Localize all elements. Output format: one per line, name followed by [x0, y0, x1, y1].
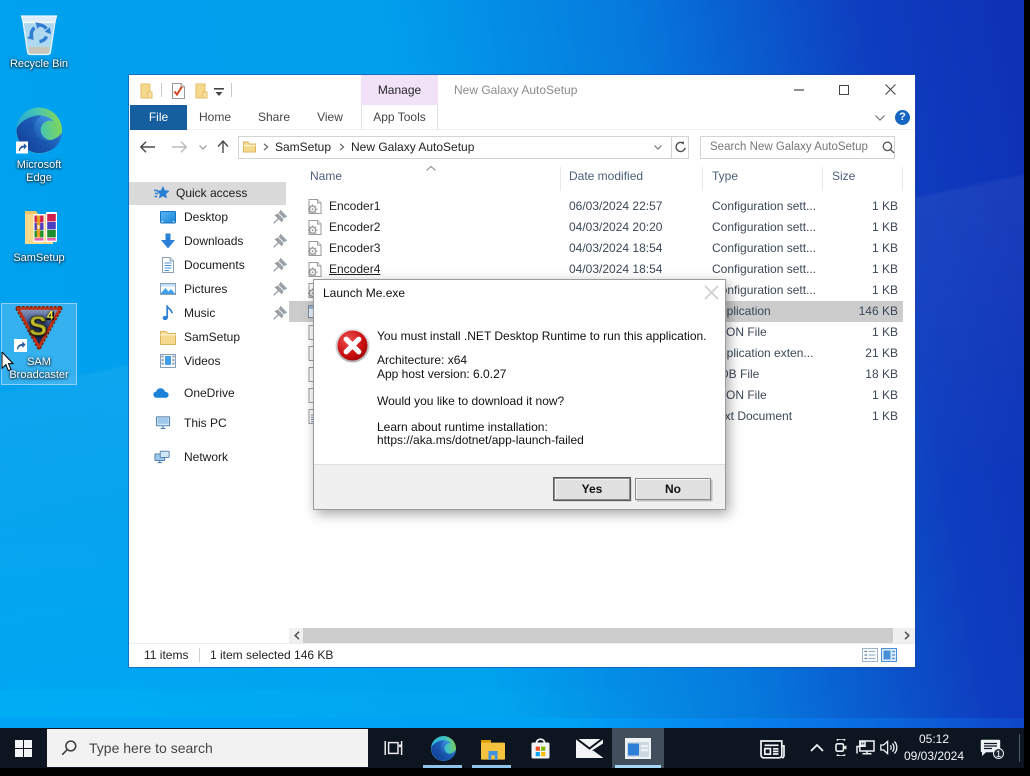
svg-text:4: 4	[47, 311, 54, 323]
svg-text:S: S	[29, 311, 47, 341]
